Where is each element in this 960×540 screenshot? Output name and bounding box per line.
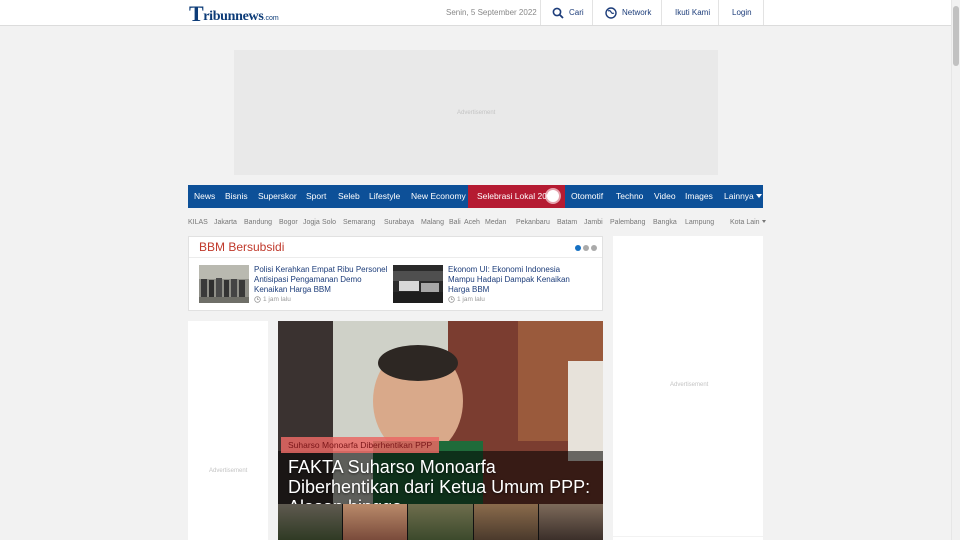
tribunnews-logo[interactable]: Tribunnews .com [189, 1, 279, 26]
city-medan[interactable]: Medan [485, 219, 506, 226]
login-button[interactable]: Login [732, 0, 752, 25]
hero-headline[interactable]: FAKTA Suharso Monoarfa Diberhentikan dar… [288, 457, 598, 504]
nav-more-label: Lainnya [724, 191, 754, 201]
globe-icon [605, 6, 617, 19]
network-button[interactable]: Network [605, 0, 651, 25]
nav-new-economy[interactable]: New Economy [411, 185, 466, 208]
hero-thumbnail[interactable] [473, 504, 538, 540]
nav-otomotif[interactable]: Otomotif [571, 185, 603, 208]
carousel-dots [575, 245, 597, 251]
hero-thumbnail-strip [278, 504, 604, 540]
right-advertisement[interactable]: Advertisement [613, 236, 763, 536]
topic-article: Ekonom UI: Ekonomi Indonesia Mampu Hadap… [393, 265, 583, 305]
nav-lifestyle[interactable]: Lifestyle [369, 185, 400, 208]
city-jakarta[interactable]: Jakarta [214, 219, 237, 226]
article-time: 1 jam lalu [254, 296, 291, 303]
article-title[interactable]: Ekonom UI: Ekonomi Indonesia Mampu Hadap… [448, 265, 583, 295]
ad-label: Advertisement [670, 382, 709, 388]
header-divider [540, 0, 541, 25]
hero-thumbnail[interactable] [538, 504, 604, 540]
city-bandung[interactable]: Bandung [244, 219, 272, 226]
article-time-label: 1 jam lalu [263, 296, 291, 303]
header-divider [661, 0, 662, 25]
city-solo[interactable]: Solo [322, 219, 336, 226]
hero-thumbnail[interactable] [343, 504, 408, 540]
nav-images[interactable]: Images [685, 185, 713, 208]
clock-icon [448, 296, 455, 303]
article-title[interactable]: Polisi Kerahkan Empat Ribu Personel Anti… [254, 265, 389, 295]
chevron-down-icon [755, 194, 762, 198]
city-bogor[interactable]: Bogor [279, 219, 298, 226]
ad-label: Advertisement [209, 468, 248, 474]
left-advertisement[interactable]: Advertisement [188, 321, 268, 540]
logo-domain: .com [263, 15, 279, 22]
topic-box: BBM Bersubsidi Polisi Kerahkan Empat Rib… [188, 236, 603, 311]
article-time: 1 jam lalu [448, 296, 485, 303]
article-time-label: 1 jam lalu [457, 296, 485, 303]
follow-us-button[interactable]: Ikuti Kami [675, 0, 710, 25]
nav-selebrasi-lokal[interactable]: Selebrasi Lokal 2022 [477, 185, 556, 208]
top-advertisement[interactable]: Advertisement [234, 50, 718, 175]
scrollbar-thumb[interactable] [953, 6, 959, 66]
carousel-dot[interactable] [591, 245, 597, 251]
city-batam[interactable]: Batam [557, 219, 577, 226]
nav-techno[interactable]: Techno [616, 185, 643, 208]
city-palembang[interactable]: Palembang [610, 219, 645, 226]
follow-label: Ikuti Kami [675, 8, 711, 17]
nav-superskor[interactable]: Superskor [258, 185, 297, 208]
search-icon [552, 7, 564, 19]
current-date: Senin, 5 September 2022 [446, 8, 537, 17]
logo-wordmark: ribunnews [203, 9, 264, 24]
header-divider [718, 0, 719, 25]
nav-news[interactable]: News [194, 185, 215, 208]
vertical-scrollbar[interactable] [951, 0, 960, 540]
city-jogja[interactable]: Jogja [303, 219, 320, 226]
header-divider [592, 0, 593, 25]
nav-sport[interactable]: Sport [306, 185, 326, 208]
city-other[interactable]: Kota Lain [730, 219, 766, 226]
article-thumbnail[interactable] [199, 265, 249, 303]
city-surabaya[interactable]: Surabaya [384, 219, 414, 226]
city-lampung[interactable]: Lampung [685, 219, 714, 226]
city-bali[interactable]: Bali [449, 219, 461, 226]
login-label: Login [732, 8, 752, 17]
header-divider [763, 0, 764, 25]
hero-thumbnail[interactable] [278, 504, 343, 540]
hero-thumbnail[interactable] [408, 504, 473, 540]
topic-article: Polisi Kerahkan Empat Ribu Personel Anti… [199, 265, 389, 305]
logo-initial: T [189, 1, 204, 26]
city-kilas[interactable]: KILAS [188, 219, 208, 226]
hero-topic-tag[interactable]: Suharso Monoarfa Diberhentikan PPP [281, 437, 440, 453]
nav-video[interactable]: Video [654, 185, 676, 208]
search-button[interactable]: Cari [552, 0, 584, 25]
main-navigation: News Bisnis Superskor Sport Seleb Lifest… [188, 185, 763, 208]
headline-hero[interactable]: Suharso Monoarfa Diberhentikan PPP FAKTA… [278, 321, 603, 504]
top-header: Tribunnews .com Senin, 5 September 2022 C… [0, 0, 951, 26]
search-label: Cari [569, 8, 584, 17]
city-jambi[interactable]: Jambi [584, 219, 603, 226]
city-bangka[interactable]: Bangka [653, 219, 677, 226]
city-other-label: Kota Lain [730, 219, 760, 226]
city-pekanbaru[interactable]: Pekanbaru [516, 219, 550, 226]
ad-label: Advertisement [457, 110, 496, 116]
city-aceh[interactable]: Aceh [464, 219, 480, 226]
nav-bisnis[interactable]: Bisnis [225, 185, 248, 208]
city-malang[interactable]: Malang [421, 219, 444, 226]
carousel-dot[interactable] [583, 245, 589, 251]
network-label: Network [622, 8, 652, 17]
carousel-dot[interactable] [575, 245, 581, 251]
topic-title[interactable]: BBM Bersubsidi [199, 240, 284, 254]
city-semarang[interactable]: Semarang [343, 219, 375, 226]
clock-icon [254, 296, 261, 303]
divider [189, 257, 602, 258]
nav-more[interactable]: Lainnya [724, 185, 762, 208]
article-thumbnail[interactable] [393, 265, 443, 303]
nav-seleb[interactable]: Seleb [338, 185, 360, 208]
chevron-down-icon [761, 220, 766, 223]
